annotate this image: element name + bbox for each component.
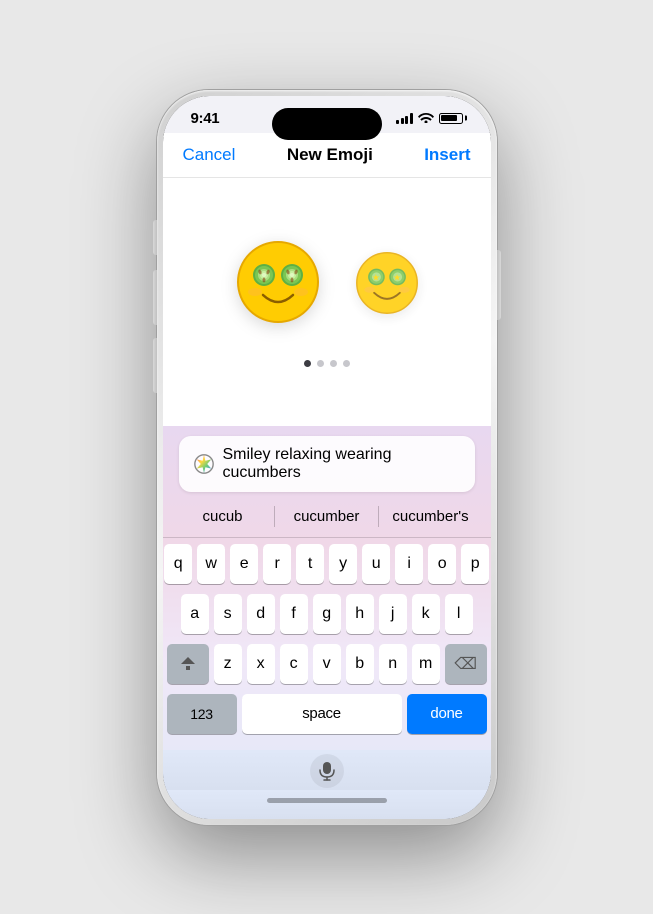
- key-v[interactable]: v: [313, 644, 341, 684]
- emoji-display-area: ★ ★: [163, 178, 491, 426]
- key-n[interactable]: n: [379, 644, 407, 684]
- battery-icon: [439, 113, 463, 124]
- home-indicator-area: [163, 790, 491, 819]
- key-o[interactable]: o: [428, 544, 456, 584]
- key-d[interactable]: d: [247, 594, 275, 634]
- key-t[interactable]: t: [296, 544, 324, 584]
- emoji-secondary[interactable]: ★ ★: [353, 249, 421, 327]
- key-m[interactable]: m: [412, 644, 440, 684]
- key-row-1: q w e r t y u i o p: [167, 544, 487, 584]
- page-indicator: [304, 360, 350, 367]
- search-text: Smiley relaxing wearing cucumbers: [223, 446, 461, 482]
- screen-content: 9:41: [163, 96, 491, 819]
- key-row-3: z x c v b n m ⌫: [167, 644, 487, 684]
- signal-icon: [396, 113, 413, 124]
- autocomplete-cucumbers[interactable]: cucumber's: [379, 504, 483, 529]
- key-c[interactable]: c: [280, 644, 308, 684]
- space-key[interactable]: space: [242, 694, 402, 734]
- autocomplete-row: cucub cucumber cucumber's: [163, 500, 491, 538]
- key-row-2: a s d f g h j k l: [167, 594, 487, 634]
- cucumber-party-emoji: ★ ★: [353, 249, 421, 317]
- page-title: New Emoji: [287, 145, 373, 165]
- keyboard-rows: q w e r t y u i o p a s: [163, 538, 491, 684]
- key-e[interactable]: e: [230, 544, 258, 584]
- key-i[interactable]: i: [395, 544, 423, 584]
- volume-up-button: [153, 270, 157, 325]
- autocomplete-cucumber[interactable]: cucumber: [275, 504, 379, 529]
- key-w[interactable]: w: [197, 544, 225, 584]
- home-bar: [267, 798, 387, 803]
- volume-down-button: [153, 338, 157, 393]
- bottom-key-row: 123 space done: [167, 694, 487, 734]
- svg-text:★: ★: [371, 273, 379, 283]
- dot-1: [304, 360, 311, 367]
- mute-button: [153, 220, 157, 255]
- emoji-carousel: ★ ★: [233, 237, 421, 340]
- emoji-main[interactable]: [233, 237, 323, 340]
- keyboard-area: Smiley relaxing wearing cucumbers cucub …: [163, 426, 491, 819]
- microphone-icon: [319, 761, 335, 781]
- dot-4: [343, 360, 350, 367]
- search-input-row[interactable]: Smiley relaxing wearing cucumbers: [179, 436, 475, 492]
- mic-button[interactable]: [310, 754, 344, 788]
- delete-key[interactable]: ⌫: [445, 644, 487, 684]
- key-p[interactable]: p: [461, 544, 489, 584]
- mic-area: [163, 750, 491, 790]
- shift-key[interactable]: [167, 644, 209, 684]
- key-r[interactable]: r: [263, 544, 291, 584]
- status-icons: [396, 111, 463, 126]
- status-time: 9:41: [191, 110, 220, 127]
- key-y[interactable]: y: [329, 544, 357, 584]
- key-b[interactable]: b: [346, 644, 374, 684]
- wifi-icon: [418, 111, 434, 126]
- key-a[interactable]: a: [181, 594, 209, 634]
- key-x[interactable]: x: [247, 644, 275, 684]
- key-h[interactable]: h: [346, 594, 374, 634]
- svg-text:★: ★: [393, 273, 401, 283]
- key-q[interactable]: q: [164, 544, 192, 584]
- shift-arrow-icon: [181, 657, 195, 664]
- key-g[interactable]: g: [313, 594, 341, 634]
- done-key[interactable]: done: [407, 694, 487, 734]
- key-k[interactable]: k: [412, 594, 440, 634]
- insert-button[interactable]: Insert: [424, 145, 470, 165]
- genmoji-icon: [193, 453, 215, 475]
- power-button: [497, 250, 501, 320]
- cucumber-smiley-emoji: [233, 237, 323, 327]
- key-j[interactable]: j: [379, 594, 407, 634]
- num-key[interactable]: 123: [167, 694, 237, 734]
- delete-icon: ⌫: [454, 654, 476, 674]
- key-z[interactable]: z: [214, 644, 242, 684]
- key-u[interactable]: u: [362, 544, 390, 584]
- key-s[interactable]: s: [214, 594, 242, 634]
- phone-frame: 9:41: [157, 90, 497, 825]
- cancel-button[interactable]: Cancel: [183, 145, 236, 165]
- keyboard-bottom: 123 space done: [163, 694, 491, 750]
- key-l[interactable]: l: [445, 594, 473, 634]
- key-f[interactable]: f: [280, 594, 308, 634]
- autocomplete-cucub[interactable]: cucub: [171, 504, 275, 529]
- dot-2: [317, 360, 324, 367]
- dot-3: [330, 360, 337, 367]
- phone-screen: 9:41: [163, 96, 491, 819]
- search-container: Smiley relaxing wearing cucumbers: [163, 436, 491, 500]
- dynamic-island: [272, 108, 382, 140]
